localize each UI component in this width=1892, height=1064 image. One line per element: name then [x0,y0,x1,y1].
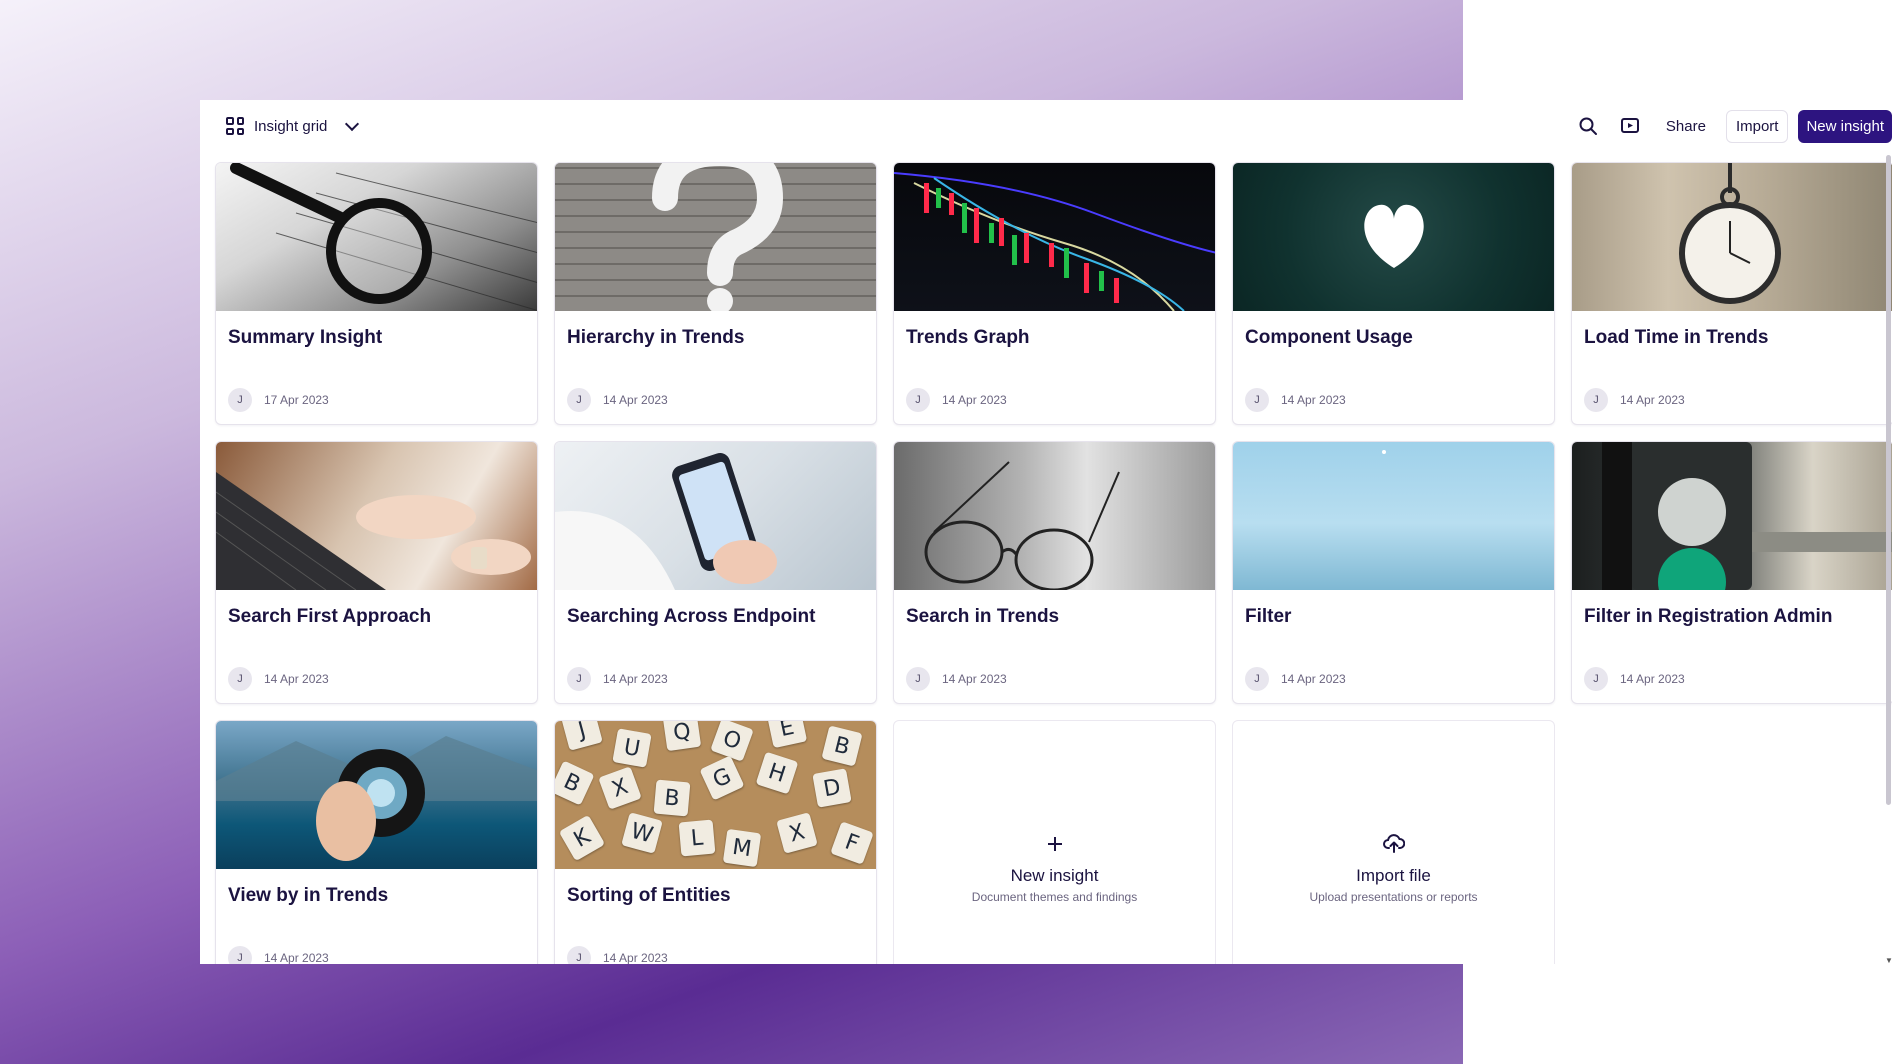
plus-icon [1047,830,1063,858]
insight-card[interactable]: Trends Graph J 14 Apr 2023 [893,162,1216,425]
insight-card-title: Sorting of Entities [567,885,731,906]
typing-laptop-image [216,442,537,590]
new-insight-card-subtitle: Document themes and findings [971,889,1138,904]
insight-card-title: Summary Insight [228,327,383,348]
trading-chart-image [894,163,1215,311]
sky-image [1233,442,1554,590]
view-switcher[interactable]: Insight grid [226,116,360,135]
avatar: J [228,946,252,964]
insight-card-meta: J 14 Apr 2023 [228,667,329,691]
laptop-magnifier-image [216,163,537,311]
present-icon [1620,118,1639,133]
new-insight-button[interactable]: New insight [1798,109,1892,143]
insight-card-date: 14 Apr 2023 [603,672,668,686]
insight-card-date: 14 Apr 2023 [1281,672,1346,686]
chevron-down-icon [345,116,360,131]
insight-card-title: Filter in Registration Admin [1584,606,1833,627]
insight-card[interactable]: Filter J 14 Apr 2023 [1232,441,1555,704]
insight-card-meta: J 14 Apr 2023 [1245,667,1346,691]
insight-card-meta: J 14 Apr 2023 [567,946,668,964]
avatar: J [228,667,252,691]
insight-card-meta: J 14 Apr 2023 [906,388,1007,412]
avatar: J [1245,388,1269,412]
new-insight-card-title: New insight [1010,865,1099,885]
insight-card-date: 14 Apr 2023 [264,951,329,964]
insight-card[interactable]: Component Usage J 14 Apr 2023 [1232,162,1555,425]
toolbar-actions: Share Import New insight [1572,109,1892,143]
insight-card-date: 14 Apr 2023 [942,393,1007,407]
insight-card-meta: J 17 Apr 2023 [228,388,329,412]
insight-card[interactable]: Hierarchy in Trends J 14 Apr 2023 [554,162,877,425]
glasses-image [894,442,1215,590]
insight-card-date: 17 Apr 2023 [264,393,329,407]
insight-card-title: Hierarchy in Trends [567,327,745,348]
insight-card-title: Searching Across Endpoint [567,606,816,627]
pocket-watch-image [1572,163,1892,311]
letter-tiles-image: J U Q O E B B X B G H D K W L M X F [555,721,876,869]
insight-card-title: Search in Trends [906,606,1060,627]
insight-card-title: Component Usage [1245,327,1413,348]
search-button[interactable] [1572,110,1604,142]
scroll-down-arrow-icon[interactable]: ▼ [1885,956,1892,964]
insight-card[interactable]: J U Q O E B B X B G H D K W L M X F Sort… [554,720,877,964]
import-file-card-subtitle: Upload presentations or reports [1309,889,1478,904]
avatar: J [1245,667,1269,691]
insight-card[interactable]: Load Time in Trends J 14 Apr 2023 [1571,162,1892,425]
import-file-card[interactable]: Import file Upload presentations or repo… [1232,720,1555,964]
import-file-card-title: Import file [1356,865,1431,885]
insight-card-title: Search First Approach [228,606,432,627]
vertical-scrollbar[interactable]: ▼ [1884,155,1892,964]
insight-card-date: 14 Apr 2023 [1620,393,1685,407]
avatar: J [567,388,591,412]
grid-icon [226,117,244,135]
insight-card-date: 14 Apr 2023 [603,951,668,964]
insight-card-meta: J 14 Apr 2023 [1584,388,1685,412]
phone-in-hand-image [555,442,876,590]
avatar: J [906,388,930,412]
scrollbar-thumb[interactable] [1886,155,1891,805]
share-button[interactable]: Share [1656,111,1716,142]
upload-cloud-icon [1382,830,1405,858]
search-icon [1579,117,1597,135]
heart-image [1233,163,1554,311]
insight-card[interactable]: View by in Trends J 14 Apr 2023 [215,720,538,964]
question-mark-wall-image [555,163,876,311]
insight-card-meta: J 14 Apr 2023 [906,667,1007,691]
avatar: J [1584,667,1608,691]
insight-card[interactable]: Search First Approach J 14 Apr 2023 [215,441,538,704]
insight-card-title: Filter [1245,606,1292,627]
insight-card-meta: J 14 Apr 2023 [1245,388,1346,412]
toolbar: Insight grid Share Import New insight [200,100,1892,152]
lens-image [216,721,537,869]
insight-card-meta: J 14 Apr 2023 [228,946,329,964]
insight-card-meta: J 14 Apr 2023 [567,388,668,412]
avatar: J [228,388,252,412]
avatar: J [1584,388,1608,412]
avatar: J [906,667,930,691]
insight-card-meta: J 14 Apr 2023 [1584,667,1685,691]
insights-app-window: Insight grid Share Import New insight Su… [200,100,1892,964]
insight-card[interactable]: Search in Trends J 14 Apr 2023 [893,441,1216,704]
insight-card-date: 14 Apr 2023 [603,393,668,407]
avatar: J [567,946,591,964]
insight-card-date: 14 Apr 2023 [264,672,329,686]
traffic-light-image [1572,442,1892,590]
view-switcher-label: Insight grid [254,117,328,135]
insight-card-date: 14 Apr 2023 [1620,672,1685,686]
import-button[interactable]: Import [1725,109,1789,143]
new-insight-card[interactable]: New insight Document themes and findings [893,720,1216,964]
insight-card-title: View by in Trends [228,885,389,906]
insight-card-date: 14 Apr 2023 [942,672,1007,686]
insight-card-meta: J 14 Apr 2023 [567,667,668,691]
insight-card[interactable]: Filter in Registration Admin J 14 Apr 20… [1571,441,1892,704]
insight-card[interactable]: Summary Insight J 17 Apr 2023 [215,162,538,425]
insight-card-title: Load Time in Trends [1584,327,1769,348]
present-button[interactable] [1614,110,1646,142]
avatar: J [567,667,591,691]
insight-card-date: 14 Apr 2023 [1281,393,1346,407]
insight-card[interactable]: Searching Across Endpoint J 14 Apr 2023 [554,441,877,704]
insight-card-title: Trends Graph [906,327,1030,348]
insight-grid: Summary Insight J 17 Apr 2023 Hierarchy … [215,162,1892,964]
